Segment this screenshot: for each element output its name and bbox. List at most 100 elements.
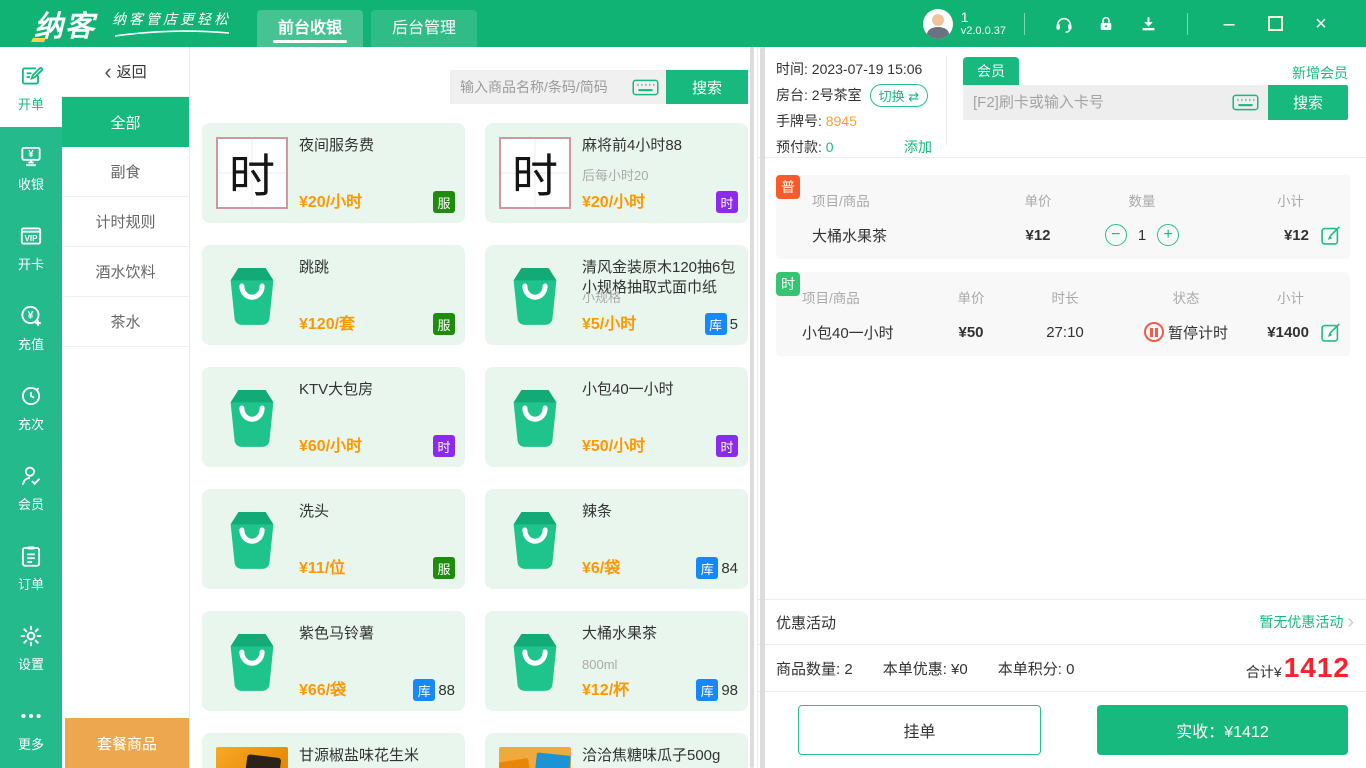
cart-item-subtotal: ¥1400: [1267, 323, 1309, 341]
shopping-bag-icon: [230, 268, 274, 325]
product-card[interactable]: 甘源椒盐味花生米: [202, 733, 465, 768]
product-search-button[interactable]: 搜索: [666, 70, 748, 104]
product-name: 小包40一小时: [582, 381, 674, 398]
cart-item-duration: 27:10: [1046, 323, 1084, 341]
order-panel: 时间: 2023-07-19 15:06 房台: 2号茶室 切换 ⇄ 手牌号: …: [757, 47, 1366, 768]
category-item-all[interactable]: 全部: [62, 97, 189, 147]
download-icon[interactable]: [1138, 14, 1158, 34]
product-card[interactable]: 时 麻将前4小时88 后每小时20 ¥20/小时 时: [485, 123, 748, 223]
window-minimize-button[interactable]: –: [1218, 13, 1240, 35]
sidebar: 开单 ¥ 收银 VIP 开卡 ¥ 充值 充次 会员 订单 设置 更多: [0, 47, 62, 768]
product-card[interactable]: 时 夜间服务费 ¥20/小时 服: [202, 123, 465, 223]
product-card[interactable]: KTV大包房 ¥60/小时 时: [202, 367, 465, 467]
cart-header-price: 单价: [1024, 194, 1052, 209]
category-item-timing-rules[interactable]: 计时规则: [62, 197, 189, 247]
product-grid: 时 夜间服务费 ¥20/小时 服 时 麻将前4小时88 后每小时20 ¥20/小…: [202, 123, 750, 768]
customer-service-icon[interactable]: [1054, 14, 1074, 34]
topbar-separator: [1187, 12, 1188, 35]
sidebar-item-label: 开卡: [17, 256, 44, 272]
sidebar-item-more[interactable]: 更多: [0, 687, 62, 767]
prepaid-label: 预付款:: [776, 139, 822, 155]
cashier-monitor-icon: ¥: [17, 142, 45, 170]
topbar: 纳客 纳客管店更轻松 前台收银 后台管理 1 v2.0.0.37 – ×: [0, 0, 1366, 47]
tab-front-cashier[interactable]: 前台收银: [257, 10, 364, 47]
window-close-button[interactable]: ×: [1310, 13, 1332, 35]
sidebar-item-label: 订单: [17, 576, 44, 592]
product-name: 甘源椒盐味花生米: [299, 747, 420, 764]
time-label: 时间:: [776, 61, 808, 77]
category-item-drinks[interactable]: 酒水饮料: [62, 247, 189, 297]
tab-backend-admin[interactable]: 后台管理: [371, 10, 478, 47]
member-card-input[interactable]: [963, 85, 1268, 120]
shi-character-image: 时: [216, 137, 288, 209]
pause-timer-icon[interactable]: [1143, 322, 1164, 342]
product-card[interactable]: 紫色马铃薯 ¥66/袋 库 88: [202, 611, 465, 711]
lock-icon[interactable]: [1096, 14, 1116, 34]
package-products-button[interactable]: 套餐商品: [65, 718, 189, 768]
checkout-button[interactable]: 实收：¥1412: [1097, 705, 1348, 755]
product-type-badge: 服: [433, 191, 455, 213]
user-avatar[interactable]: [922, 8, 953, 39]
qty-plus-button[interactable]: +: [1157, 224, 1180, 246]
brand-logo: 纳客 纳客管店更轻松: [34, 0, 231, 47]
product-card[interactable]: 洽洽焦糖味瓜子500g: [485, 733, 748, 768]
topbar-right: 1 v2.0.0.37 – ×: [922, 0, 1366, 47]
edit-item-button[interactable]: [1319, 321, 1342, 344]
discount-value: ¥0: [951, 660, 968, 678]
panel-scrollbar[interactable]: [760, 47, 765, 768]
window-maximize-button[interactable]: [1264, 13, 1286, 35]
handcard-value: 8945: [825, 113, 857, 129]
product-sub-spec: 800ml: [582, 657, 618, 672]
cart-header-subtotal: 小计: [1277, 194, 1304, 209]
hold-order-button[interactable]: 挂单: [798, 705, 1041, 755]
promo-row[interactable]: 优惠活动 暂无优惠活动 ›: [758, 599, 1366, 644]
total-value: 1412: [1283, 652, 1350, 683]
product-price: ¥11/位: [299, 560, 346, 577]
product-card[interactable]: 辣条 ¥6/袋 库 84: [485, 489, 748, 589]
add-prepaid-link[interactable]: 添加: [904, 137, 932, 157]
product-price: ¥60/小时: [299, 438, 363, 455]
sidebar-item-open-card[interactable]: VIP 开卡: [0, 207, 62, 287]
sidebar-item-recharge[interactable]: ¥ 充值: [0, 287, 62, 367]
product-card[interactable]: 大桶水果茶 800ml ¥12/杯 库 98: [485, 611, 748, 711]
sidebar-item-label: 开单: [17, 96, 44, 112]
product-image: 时: [216, 137, 288, 209]
sidebar-item-label: 充次: [17, 416, 44, 432]
product-card[interactable]: 跳跳 ¥120/套 服: [202, 245, 465, 345]
keyboard-icon[interactable]: [632, 79, 659, 96]
switch-room-button[interactable]: 切换 ⇄: [869, 83, 929, 107]
shopping-bag-icon: [230, 512, 274, 569]
sidebar-item-settings[interactable]: 设置: [0, 607, 62, 687]
product-card[interactable]: 小包40一小时 ¥50/小时 时: [485, 367, 748, 467]
member-tab[interactable]: 会员: [963, 57, 1019, 85]
category-item-side-food[interactable]: 副食: [62, 147, 189, 197]
edit-item-button[interactable]: [1319, 224, 1342, 247]
sidebar-item-cashier[interactable]: ¥ 收银: [0, 127, 62, 207]
product-area: 搜索 时 夜间服务费 ¥20/小时 服 时 麻将前4小时88 后每小时20 ¥2…: [190, 47, 757, 768]
qty-minus-button[interactable]: −: [1104, 224, 1127, 246]
sidebar-item-label: 设置: [17, 656, 44, 672]
sidebar-item-member[interactable]: 会员: [0, 447, 62, 527]
svg-text:VIP: VIP: [24, 233, 38, 242]
product-card[interactable]: 洗头 ¥11/位 服: [202, 489, 465, 589]
svg-text:¥: ¥: [27, 309, 33, 321]
app-version: v2.0.0.37: [960, 25, 1006, 38]
new-member-link[interactable]: 新增会员: [1292, 63, 1348, 83]
user-name: 1: [960, 9, 969, 26]
product-card[interactable]: 清风金装原木120抽6包小规格抽取式面巾纸 小规格 ¥5/小时 库 5: [485, 245, 748, 345]
back-button[interactable]: ‹ 返回: [62, 47, 189, 97]
sidebar-item-open-order[interactable]: 开单: [0, 47, 62, 127]
sidebar-item-recharge-times[interactable]: 充次: [0, 367, 62, 447]
category-item-tea[interactable]: 茶水: [62, 297, 189, 347]
cart-area: 普 项目/商品 单价 数量 小计 大桶水果茶 ¥12 − 1 + ¥12 时 项…: [758, 158, 1366, 599]
topbar-separator: [1024, 12, 1025, 35]
product-stock-count: 98: [721, 681, 738, 699]
cart-header-status: 状态: [1172, 291, 1200, 306]
points-value: 0: [1066, 660, 1075, 678]
sidebar-item-orders[interactable]: 订单: [0, 527, 62, 607]
keyboard-icon[interactable]: [1232, 94, 1259, 111]
member-search-button[interactable]: 搜索: [1268, 85, 1348, 120]
product-price: ¥12/杯: [582, 682, 630, 699]
cart-item-name: 小包40一小时: [802, 324, 894, 342]
product-name: 洽洽焦糖味瓜子500g: [582, 747, 721, 764]
